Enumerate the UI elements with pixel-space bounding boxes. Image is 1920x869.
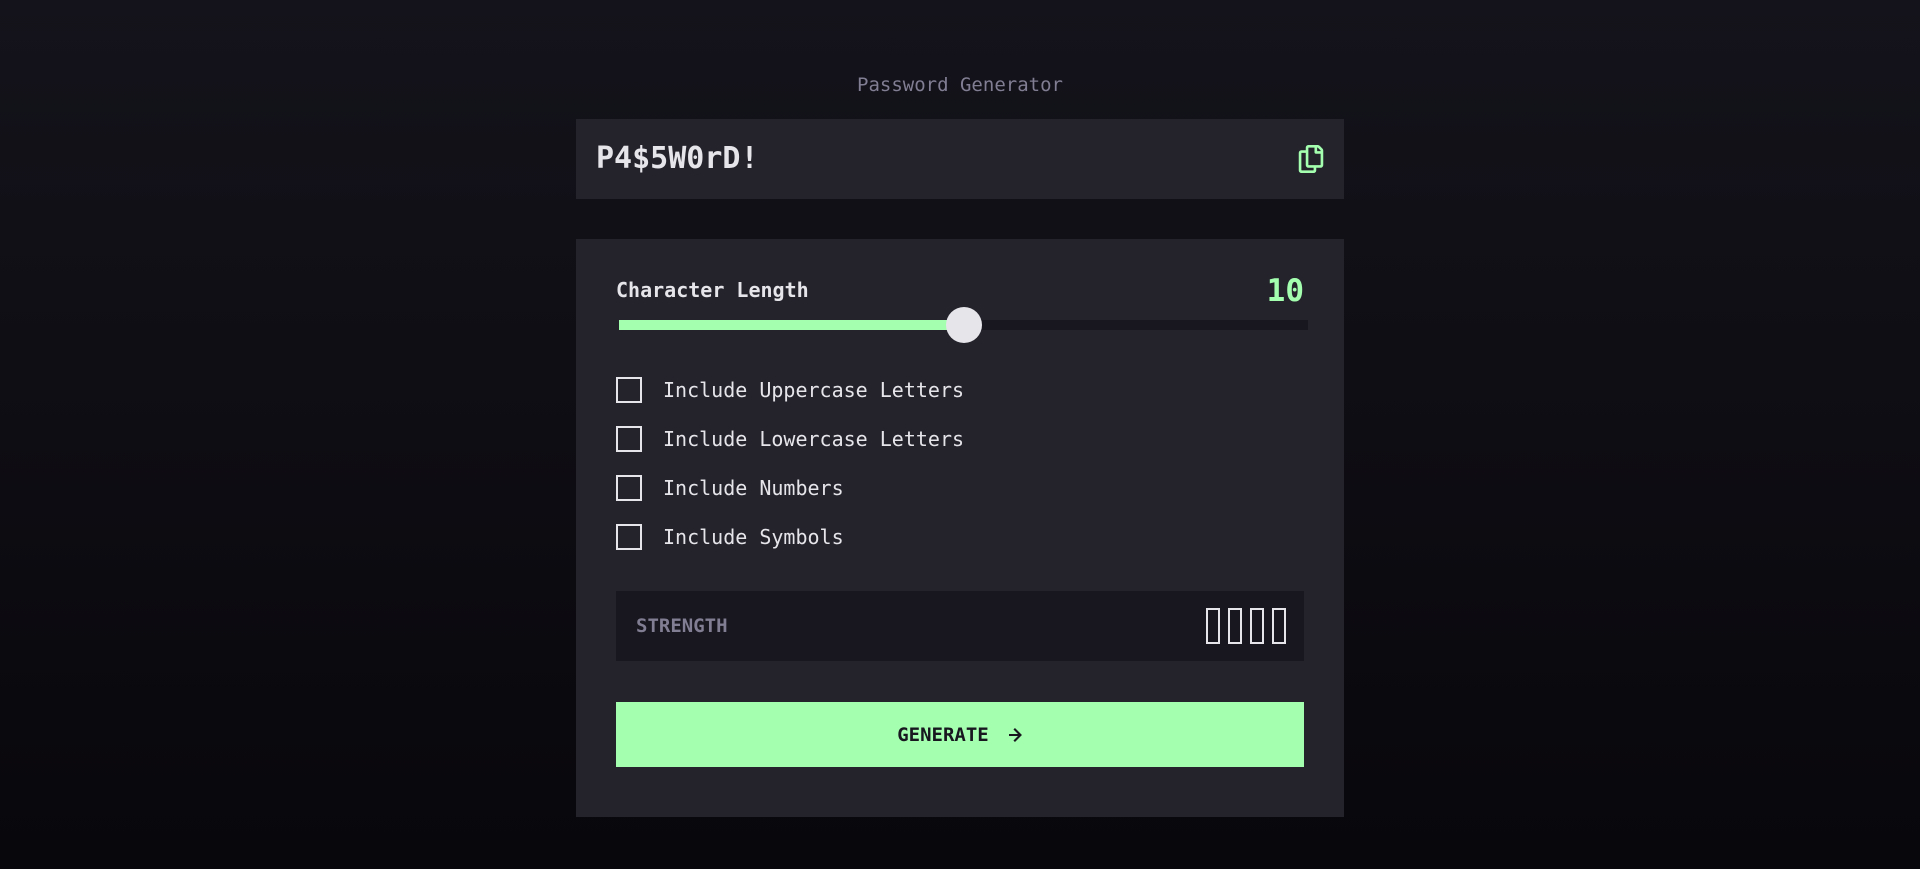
option-uppercase[interactable]: Include Uppercase Letters <box>616 375 964 405</box>
strength-bars <box>1198 608 1286 644</box>
slider-thumb[interactable] <box>945 307 982 343</box>
option-label: Include Symbols <box>663 525 844 549</box>
character-length-slider[interactable] <box>619 307 1308 343</box>
copy-icon <box>1298 145 1324 173</box>
option-label: Include Lowercase Letters <box>663 427 965 451</box>
character-length-label: Character Length <box>616 278 809 302</box>
strength-meter: STRENGTH <box>616 591 1304 661</box>
checkbox-lowercase[interactable] <box>616 426 642 452</box>
strength-bar <box>1250 608 1264 644</box>
strength-bar <box>1272 608 1286 644</box>
generate-button[interactable]: GENERATE <box>616 702 1304 767</box>
checkbox-symbols[interactable] <box>616 524 642 550</box>
strength-label: STRENGTH <box>636 615 728 637</box>
option-numbers[interactable]: Include Numbers <box>616 473 964 503</box>
strength-bar <box>1206 608 1220 644</box>
option-symbols[interactable]: Include Symbols <box>616 522 964 552</box>
options-list: Include Uppercase Letters Include Lowerc… <box>616 375 964 571</box>
option-label: Include Numbers <box>663 476 844 500</box>
checkbox-uppercase[interactable] <box>616 377 642 403</box>
checkbox-numbers[interactable] <box>616 475 642 501</box>
arrow-right-icon <box>1008 727 1022 742</box>
slider-fill <box>619 320 964 330</box>
option-lowercase[interactable]: Include Lowercase Letters <box>616 424 964 454</box>
generator-panel: Character Length 10 Include Uppercase Le… <box>576 239 1344 817</box>
password-output: P4$5W0rD! <box>576 119 1344 199</box>
generate-label: GENERATE <box>897 723 989 746</box>
page-title: Password Generator <box>857 74 1063 96</box>
password-text: P4$5W0rD! <box>596 141 759 176</box>
character-length-value: 10 <box>1266 273 1304 309</box>
copy-button[interactable] <box>1298 145 1324 173</box>
option-label: Include Uppercase Letters <box>663 378 965 402</box>
strength-bar <box>1228 608 1242 644</box>
